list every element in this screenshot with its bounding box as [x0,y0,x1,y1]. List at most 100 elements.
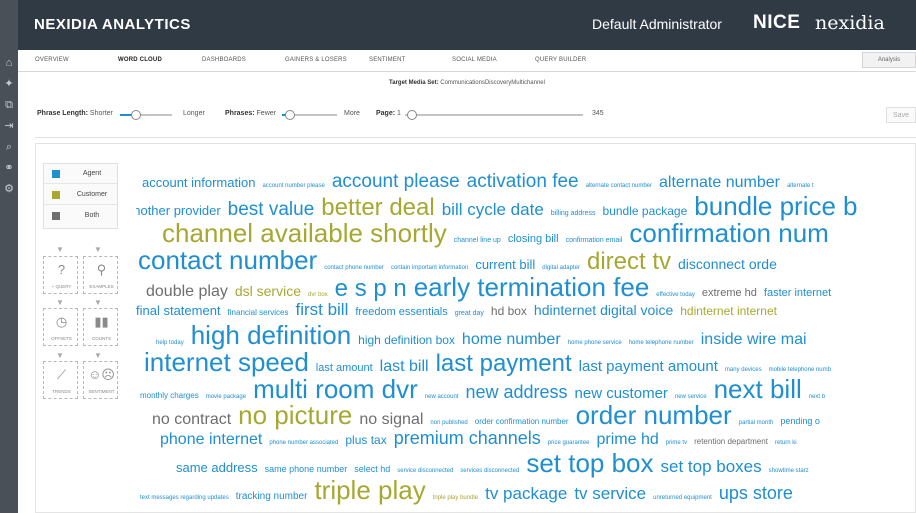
cloud-phrase[interactable]: current bill [475,258,535,271]
query-tool[interactable]: ? + QUERY [43,256,78,294]
cloud-phrase[interactable]: next b [809,394,825,400]
cloud-phrase[interactable]: home phone service [568,340,622,346]
cloud-phrase[interactable]: channel line up [454,237,501,244]
cloud-phrase[interactable]: service disconnected [397,468,453,474]
cloud-phrase[interactable]: set top box [526,450,653,476]
cloud-phrase[interactable]: contact phone number [324,265,384,271]
home-icon[interactable]: ⌂ [2,56,16,70]
cloud-phrase[interactable]: no picture [238,402,352,428]
cloud-phrase[interactable]: last payment amount [579,359,718,374]
save-button[interactable]: Save [886,107,916,123]
cloud-phrase[interactable]: final statement [136,304,221,317]
cloud-phrase[interactable]: no contract [152,412,231,428]
cloud-phrase[interactable]: better deal [321,196,434,220]
cloud-phrase[interactable]: internet speed [144,349,309,375]
cloud-phrase[interactable]: channel available shortly [162,220,447,246]
cloud-phrase[interactable]: plus tax [345,434,386,446]
tab-query-builder[interactable]: QUERY BUILDER [535,57,586,63]
cloud-phrase[interactable]: select hd [354,465,390,474]
cloud-phrase[interactable]: tv service [574,485,646,502]
cloud-phrase[interactable]: same address [176,461,258,474]
cloud-phrase[interactable]: last payment [436,351,572,376]
cloud-phrase[interactable]: confirmation num [629,220,828,246]
cloud-phrase[interactable]: activation fee [467,172,579,191]
tab-gainers-losers[interactable]: GAINERS & LOSERS [285,57,347,63]
cloud-phrase[interactable]: bill cycle date [442,201,544,218]
cloud-phrase[interactable]: no signal [359,412,423,428]
cloud-phrase[interactable]: home telephone number [629,340,694,346]
cloud-phrase[interactable]: new account [425,394,459,400]
cloud-phrase[interactable]: many devices [725,367,762,373]
cloud-phrase[interactable]: alternate number [659,175,780,191]
cloud-phrase[interactable]: triple play bundle [433,495,478,501]
cloud-phrase[interactable]: same phone number [265,465,348,474]
lightbulb-icon[interactable]: ✦ [2,77,16,91]
trends-tool[interactable]: ⟋ TRENDS [43,361,78,399]
cloud-phrase[interactable]: extreme hd [702,287,757,299]
cloud-phrase[interactable]: alternate t [787,183,814,189]
cloud-phrase[interactable]: last amount [316,362,373,374]
cloud-phrase[interactable]: new service [675,394,707,400]
cloud-phrase[interactable]: ups store [719,484,793,502]
legend-customer[interactable]: Customer [44,185,117,205]
tab-word-cloud[interactable]: WORD CLOUD [118,57,162,63]
tab-overview[interactable]: OVERVIEW [35,57,69,63]
cloud-phrase[interactable]: services disconnected [460,468,519,474]
cloud-phrase[interactable]: movie package [206,394,246,400]
cloud-phrase[interactable]: account please [332,172,460,191]
cloud-phrase[interactable]: effective today [656,292,695,298]
cloud-phrase[interactable]: freedom essentials [355,306,447,318]
cloud-phrase[interactable]: multi room dvr [253,376,418,402]
settings-icon[interactable]: ⚙ [2,182,16,196]
cloud-phrase[interactable]: contact number [138,247,317,273]
cloud-phrase[interactable]: partial month [739,420,774,426]
cloud-phrase[interactable]: bundle price [694,193,836,219]
page-handle[interactable] [407,110,417,120]
legend-both[interactable]: Both [44,206,117,226]
share-icon[interactable]: ⚭ [2,161,16,175]
cloud-phrase[interactable]: double play [146,283,228,300]
cloud-phrase[interactable]: closing bill [508,233,559,245]
cloud-phrase[interactable]: bundle package [603,205,688,217]
cloud-phrase[interactable]: text messages regarding updates [140,495,229,501]
cloud-phrase[interactable]: inside wire mai [701,331,807,348]
analysis-button[interactable]: Analysis [862,52,916,68]
cloud-phrase[interactable]: account number please [262,183,324,189]
cloud-phrase[interactable]: confirmation email [566,237,623,244]
cloud-phrase[interactable]: non published [430,420,467,426]
cloud-phrase[interactable]: tv package [485,485,567,502]
cloud-phrase[interactable]: premium channels [394,429,541,447]
cloud-phrase[interactable]: direct tv [587,249,671,274]
user-name[interactable]: Default Administrator [592,16,722,32]
cloud-phrase[interactable]: home number [462,331,561,348]
examples-tool[interactable]: ⚲ EXAMPLES [83,256,118,294]
cloud-phrase[interactable]: retention department [694,438,768,446]
cloud-phrase[interactable]: phone internet [160,432,262,448]
cloud-phrase[interactable]: contain important information [391,265,468,271]
tab-sentiment[interactable]: SENTIMENT [369,57,405,63]
cloud-phrase[interactable]: e s p n [335,276,407,301]
cloud-phrase[interactable]: digital adapter [542,265,580,271]
phrases-slider[interactable] [282,110,337,120]
cloud-phrase[interactable]: hdinternet internet [680,305,777,317]
cloud-phrase[interactable]: next bill [714,376,802,402]
network-icon[interactable]: ⧉ [2,98,16,112]
cloud-phrase[interactable]: high definition [191,322,351,348]
cloud-phrase[interactable]: phone number associated [269,440,338,446]
cloud-phrase[interactable]: hd box [491,305,527,317]
phrase-length-handle[interactable] [131,110,141,120]
cloud-phrase[interactable]: set top boxes [661,458,762,475]
cloud-phrase[interactable]: disconnect orde [678,257,777,271]
cloud-phrase[interactable]: dvr box [308,292,328,298]
cloud-phrase[interactable]: dsl service [235,284,301,298]
cloud-phrase[interactable]: alternate contact number [586,183,652,189]
phrases-handle[interactable] [285,110,295,120]
offsets-tool[interactable]: ◷ OFFSETS [43,308,78,346]
cloud-phrase[interactable]: order confirmation number [475,418,569,426]
cloud-phrase[interactable]: monthly charges [140,391,199,400]
legend-agent[interactable]: Agent [44,164,117,184]
cloud-phrase[interactable]: unreturned equipment [653,495,712,501]
cloud-phrase[interactable]: first bill [295,301,348,318]
cloud-phrase[interactable]: showtime starz [769,468,809,474]
cloud-phrase[interactable]: new customer [575,386,668,401]
